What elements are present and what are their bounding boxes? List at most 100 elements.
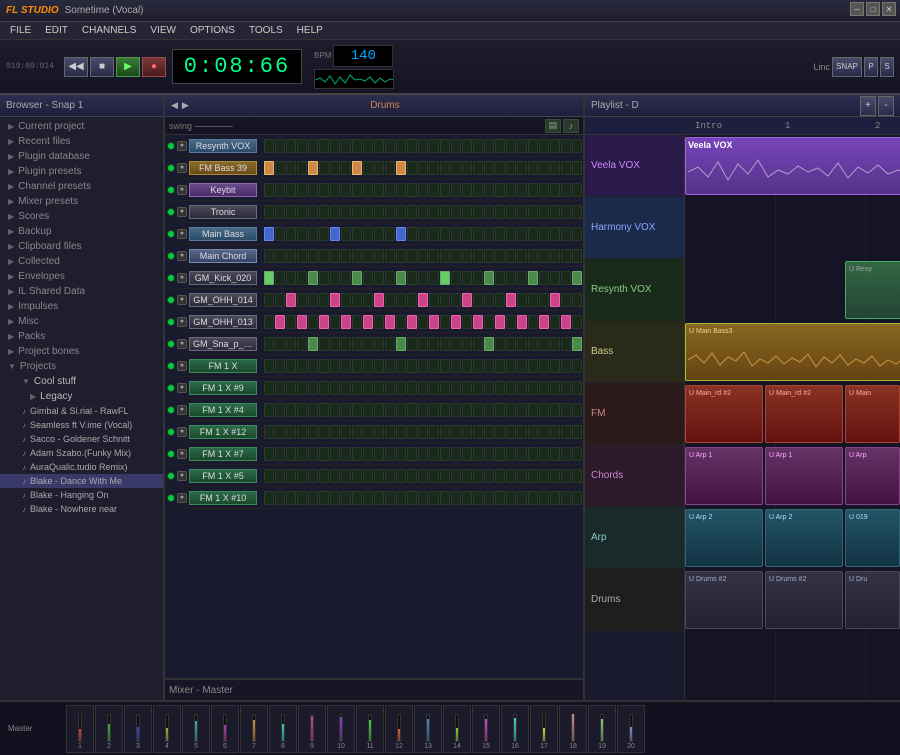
step-4[interactable] [297,161,307,175]
step-26[interactable] [539,183,549,197]
step-27[interactable] [550,425,560,439]
step-19[interactable] [462,293,472,307]
step-18[interactable] [451,271,461,285]
step-6[interactable] [319,249,329,263]
step-18[interactable] [451,403,461,417]
step-25[interactable] [528,469,538,483]
channel-name-button[interactable]: GM_Kick_020 [189,271,257,285]
sidebar-item-plugin-database[interactable]: ▶ Plugin database [0,149,163,164]
step-16[interactable] [429,403,439,417]
rewind-button[interactable]: ◀◀ [64,57,88,77]
step-17[interactable] [440,491,450,505]
track-label-arp[interactable]: Arp [585,507,684,569]
mixer-channel-5[interactable]: 5 [182,705,210,753]
step-24[interactable] [517,293,527,307]
step-11[interactable] [374,139,384,153]
step-27[interactable] [550,359,560,373]
step-24[interactable] [517,161,527,175]
step-2[interactable] [275,205,285,219]
step-1[interactable] [264,447,274,461]
mixer-channel-4[interactable]: 4 [153,705,181,753]
step-20[interactable] [473,359,483,373]
step-15[interactable] [418,139,428,153]
sidebar-item-legacy[interactable]: ▶ Legacy [0,389,163,404]
step-4[interactable] [297,271,307,285]
channel-name-button[interactable]: GM_OHH_014 [189,293,257,307]
step-25[interactable] [528,315,538,329]
step-4[interactable] [297,315,307,329]
step-20[interactable] [473,183,483,197]
step-1[interactable] [264,205,274,219]
step-29[interactable] [572,161,582,175]
mixer-channel-18[interactable]: 18 [559,705,587,753]
step-20[interactable] [473,139,483,153]
step-18[interactable] [451,337,461,351]
step-5[interactable] [308,227,318,241]
step-18[interactable] [451,381,461,395]
step-28[interactable] [561,337,571,351]
step-24[interactable] [517,271,527,285]
channel-name-button[interactable]: FM 1 X [189,359,257,373]
step-7[interactable] [330,249,340,263]
step-24[interactable] [517,425,527,439]
channel-mute-button[interactable]: ● [177,449,187,459]
step-18[interactable] [451,183,461,197]
step-10[interactable] [363,469,373,483]
step-21[interactable] [484,337,494,351]
step-21[interactable] [484,491,494,505]
channel-name-button[interactable]: FM Bass 39 [189,161,257,175]
step-6[interactable] [319,293,329,307]
step-22[interactable] [495,491,505,505]
step-25[interactable] [528,491,538,505]
step-9[interactable] [352,315,362,329]
step-5[interactable] [308,403,318,417]
channel-active-light[interactable] [167,384,175,392]
channel-mute-button[interactable]: ● [177,317,187,327]
step-13[interactable] [396,315,406,329]
step-24[interactable] [517,249,527,263]
track-block-drums-3[interactable]: U Dru [845,571,900,629]
step-12[interactable] [385,447,395,461]
step-1[interactable] [264,425,274,439]
channel-mute-button[interactable]: ● [177,493,187,503]
mixer-channel-1[interactable]: 1 [66,705,94,753]
step-15[interactable] [418,315,428,329]
step-5[interactable] [308,359,318,373]
step-20[interactable] [473,249,483,263]
channel-name-button[interactable]: FM 1 X #9 [189,381,257,395]
step-23[interactable] [506,337,516,351]
channel-mute-button[interactable]: ● [177,295,187,305]
step-25[interactable] [528,293,538,307]
step-9[interactable] [352,425,362,439]
step-19[interactable] [462,205,472,219]
step-27[interactable] [550,205,560,219]
step-24[interactable] [517,359,527,373]
step-19[interactable] [462,161,472,175]
step-1[interactable] [264,403,274,417]
step-15[interactable] [418,381,428,395]
step-20[interactable] [473,205,483,219]
step-17[interactable] [440,315,450,329]
step-9[interactable] [352,205,362,219]
step-11[interactable] [374,359,384,373]
step-4[interactable] [297,469,307,483]
step-3[interactable] [286,161,296,175]
step-23[interactable] [506,381,516,395]
step-6[interactable] [319,227,329,241]
step-19[interactable] [462,447,472,461]
step-3[interactable] [286,491,296,505]
step-4[interactable] [297,381,307,395]
step-25[interactable] [528,425,538,439]
step-22[interactable] [495,447,505,461]
step-10[interactable] [363,161,373,175]
step-5[interactable] [308,315,318,329]
step-25[interactable] [528,249,538,263]
list-item-aura[interactable]: ♪ AuraQualic.tudio Remix) [0,460,163,474]
step-22[interactable] [495,249,505,263]
channel-mute-button[interactable]: ● [177,273,187,283]
step-3[interactable] [286,359,296,373]
step-14[interactable] [407,337,417,351]
step-8[interactable] [341,227,351,241]
song-button[interactable]: S [880,57,894,77]
step-10[interactable] [363,271,373,285]
